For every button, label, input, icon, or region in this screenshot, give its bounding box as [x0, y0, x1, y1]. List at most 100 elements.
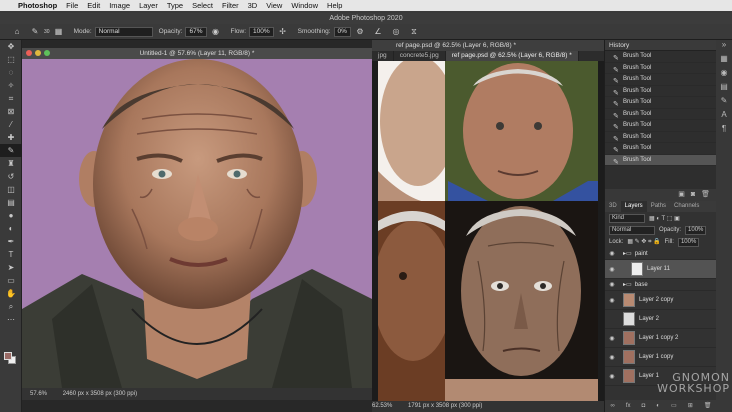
home-icon[interactable]: ⌂ — [12, 27, 22, 37]
menu-view[interactable]: View — [266, 1, 282, 10]
healing-tool-icon[interactable]: ✚ — [0, 131, 22, 144]
history-item[interactable]: ✎ Brush Tool — [605, 109, 716, 120]
panel-icon-f[interactable]: ¶ — [716, 124, 732, 138]
rectangle-tool-icon[interactable]: ▭ — [0, 274, 22, 287]
menu-window[interactable]: Window — [291, 1, 318, 10]
history-item[interactable]: ✎ Brush Tool — [605, 74, 716, 86]
panel-icon-d[interactable]: ✎ — [716, 96, 732, 110]
eye-icon[interactable]: ◉ — [607, 335, 617, 342]
layer-opacity-field[interactable]: 100% — [685, 225, 707, 235]
kind-filter[interactable]: Kind — [609, 213, 645, 223]
eye-icon[interactable]: ◉ — [607, 266, 617, 273]
fill-field[interactable]: 100% — [677, 237, 700, 247]
history-item[interactable]: ✎ Brush Tool — [605, 86, 716, 97]
app-menu[interactable]: Photoshop — [18, 1, 57, 10]
new-document-from-state-icon[interactable]: ▣ — [678, 189, 685, 201]
crop-tool-icon[interactable]: ⌗ — [0, 92, 22, 105]
canvas-portrait[interactable] — [22, 59, 372, 388]
symmetry-icon[interactable]: ⧖ — [409, 27, 419, 37]
menu-file[interactable]: File — [66, 1, 78, 10]
eraser-tool-icon[interactable]: ◫ — [0, 183, 22, 196]
history-item[interactable]: ✎ Brush Tool — [605, 120, 716, 132]
marquee-tool-icon[interactable]: ⬚ — [0, 53, 22, 66]
mode-select[interactable]: Normal — [94, 26, 153, 37]
type-tool-icon[interactable]: T — [0, 248, 22, 261]
panel-icon-c[interactable]: ▤ — [716, 82, 732, 96]
history-item[interactable]: ✎ Brush Tool — [605, 132, 716, 143]
history-item[interactable]: ✎ Brush Tool — [605, 63, 716, 74]
hand-tool-icon[interactable]: ✋ — [0, 287, 22, 300]
menu-select[interactable]: Select — [192, 1, 213, 10]
tab-concrete5[interactable]: concrete5.jpg — [394, 51, 446, 61]
layer-row-layer-1-copy[interactable]: ◉ Layer 1 copy — [605, 348, 716, 367]
tab-3d[interactable]: 3D — [605, 201, 621, 212]
eye-icon[interactable]: ◉ — [607, 297, 617, 304]
minimize-button[interactable] — [35, 50, 41, 56]
collapse-icon[interactable]: » — [716, 40, 732, 54]
frame-tool-icon[interactable]: ⊠ — [0, 105, 22, 118]
canvas-reference[interactable] — [378, 61, 598, 401]
menu-filter[interactable]: Filter — [222, 1, 239, 10]
lock-icons[interactable]: ▦ ✎ ✥ ⌗ 🔒 — [627, 238, 660, 246]
angle-icon[interactable]: ∠ — [373, 27, 383, 37]
close-button[interactable] — [26, 50, 32, 56]
gradient-tool-icon[interactable]: ▤ — [0, 196, 22, 209]
filter-icons[interactable]: ▦ ◐ T ⬚ ▣ — [649, 215, 680, 222]
tab-channels[interactable]: Channels — [670, 201, 703, 212]
eye-icon[interactable]: ◉ — [607, 250, 617, 257]
trash-icon[interactable]: 🗑 — [701, 189, 710, 201]
brush-size[interactable]: 30 — [44, 29, 50, 35]
history-item[interactable]: ✎ Brush Tool — [605, 143, 716, 155]
menu-layer[interactable]: Layer — [139, 1, 158, 10]
foreground-color-swatch[interactable] — [4, 352, 12, 360]
airbrush-icon[interactable]: ✢ — [278, 27, 288, 37]
brush-panel-icon[interactable]: ▦ — [54, 27, 64, 37]
layer-group-paint[interactable]: ◉ ▸▭ paint — [605, 248, 716, 260]
menu-help[interactable]: Help — [327, 1, 342, 10]
doc2-zoom[interactable]: 62.53% — [372, 403, 392, 409]
layer-group-base[interactable]: ◉ ▸▭ base — [605, 279, 716, 291]
gear-icon[interactable]: ⚙ — [355, 27, 365, 37]
layer-row-layer-11[interactable]: ◉ Layer 11 — [605, 260, 716, 279]
history-item[interactable]: ✎ Brush Tool — [605, 51, 716, 63]
tab-paths[interactable]: Paths — [647, 201, 670, 212]
history-brush-tool-icon[interactable]: ↺ — [0, 170, 22, 183]
path-select-tool-icon[interactable]: ➤ — [0, 261, 22, 274]
more-tools-icon[interactable]: ⋯ — [0, 313, 22, 326]
flow-field[interactable]: 100% — [249, 26, 274, 37]
history-item[interactable]: ✎ Brush Tool — [605, 97, 716, 109]
zoom-button[interactable] — [44, 50, 50, 56]
layer-row-layer-1-copy-2[interactable]: ◉ Layer 1 copy 2 — [605, 329, 716, 348]
pen-tool-icon[interactable]: ✒ — [0, 235, 22, 248]
pressure-size-icon[interactable]: ◎ — [391, 27, 401, 37]
layer-row-layer-2-copy[interactable]: ◉ Layer 2 copy — [605, 291, 716, 310]
menu-image[interactable]: Image — [109, 1, 130, 10]
history-panel-header[interactable]: History — [605, 40, 716, 51]
eyedropper-tool-icon[interactable]: ⁄ — [0, 118, 22, 131]
snapshot-icon[interactable]: ◙ — [691, 189, 695, 201]
layer-row-layer-2[interactable]: Layer 2 — [605, 310, 716, 329]
tab-ref-page[interactable]: ref page.psd @ 62.5% (Layer 6, RGB/8) * — [445, 51, 579, 61]
history-item-current[interactable]: ✎ Brush Tool — [605, 154, 716, 166]
menu-type[interactable]: Type — [167, 1, 183, 10]
quick-select-tool-icon[interactable]: ✧ — [0, 79, 22, 92]
pressure-opacity-icon[interactable]: ◉ — [211, 27, 221, 37]
lasso-tool-icon[interactable]: ◌ — [0, 66, 22, 79]
dodge-tool-icon[interactable]: ◐ — [0, 222, 22, 235]
eye-icon[interactable]: ◉ — [607, 281, 617, 288]
blur-tool-icon[interactable]: ● — [0, 209, 22, 222]
eye-icon[interactable]: ◉ — [607, 354, 617, 361]
brush-tool-icon[interactable]: ✎ — [0, 144, 22, 157]
panel-icon-e[interactable]: A — [716, 110, 732, 124]
menu-edit[interactable]: Edit — [87, 1, 100, 10]
tab-layers[interactable]: Layers — [620, 201, 647, 212]
move-tool-icon[interactable]: ✥ — [0, 40, 22, 53]
opacity-field[interactable]: 67% — [185, 26, 207, 37]
link-icon[interactable]: ∞ — [611, 400, 615, 412]
zoom-tool-icon[interactable]: ⌕ — [0, 300, 22, 313]
panel-icon-a[interactable]: ▦ — [716, 54, 732, 68]
doc1-zoom[interactable]: 57.6% — [30, 391, 47, 397]
clone-stamp-tool-icon[interactable]: ♜ — [0, 157, 22, 170]
panel-icon-b[interactable]: ◉ — [716, 68, 732, 82]
tab-jpg[interactable]: jpg — [372, 51, 394, 61]
